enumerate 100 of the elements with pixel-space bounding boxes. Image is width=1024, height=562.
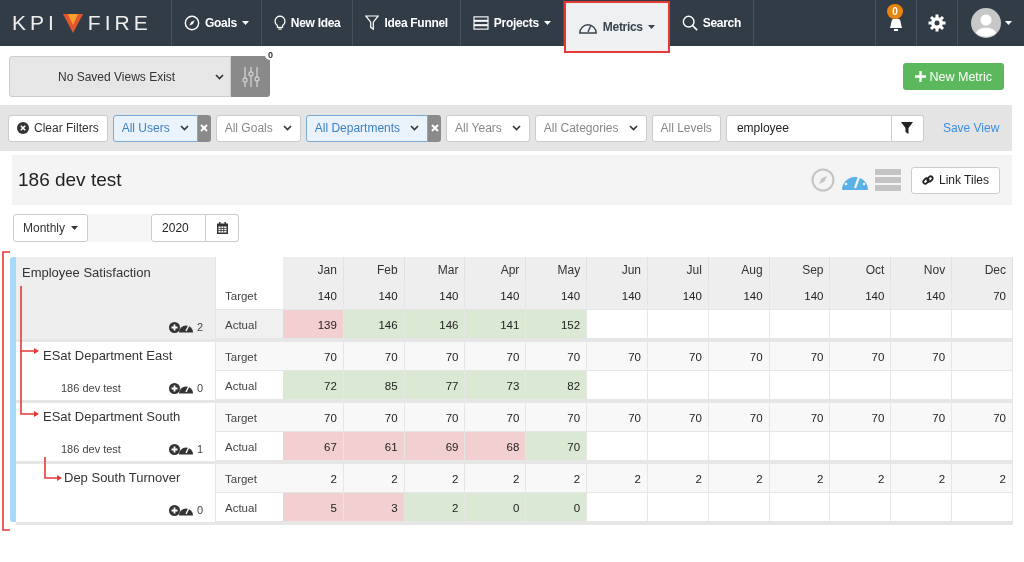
- metric-name[interactable]: Dep South Turnover: [64, 470, 203, 485]
- target-cell: 70: [769, 403, 831, 432]
- target-cell: 70: [587, 403, 648, 432]
- target-cell: 70: [526, 403, 588, 432]
- actual-cell: 72: [283, 371, 344, 400]
- connector-arrow: [20, 285, 39, 354]
- plus-gauge-icon[interactable]: [168, 382, 193, 394]
- target-cell: 140: [587, 281, 648, 310]
- actual-cell: 0: [526, 493, 588, 522]
- calendar-button[interactable]: [206, 214, 240, 242]
- nav-item[interactable]: Search: [669, 0, 754, 46]
- plus-gauge-icon[interactable]: [168, 443, 193, 455]
- target-cell: 140: [526, 281, 588, 310]
- funnel-icon: [901, 122, 914, 134]
- target-cell: 70: [830, 403, 892, 432]
- actual-cell: 69: [404, 432, 466, 461]
- chevron-icon: [179, 125, 189, 131]
- metric-name[interactable]: ESat Department East: [43, 348, 203, 363]
- target-cell: 2: [952, 464, 1013, 493]
- filter-button[interactable]: [891, 114, 924, 142]
- target-cell: 140: [343, 281, 405, 310]
- target-cell: 2: [465, 464, 527, 493]
- nav-item[interactable]: Projects: [460, 0, 564, 46]
- nav-item[interactable]: Idea Funnel: [353, 0, 461, 46]
- funnel-icon: [365, 15, 380, 31]
- target-cell: 2: [283, 464, 344, 493]
- target-cell: 70: [343, 342, 405, 371]
- filter-select[interactable]: All Categories: [534, 114, 647, 142]
- search-field[interactable]: employee: [725, 114, 892, 142]
- nav-item[interactable]: New Idea: [261, 0, 354, 46]
- target-cell: 70: [830, 342, 892, 371]
- saved-views-select[interactable]: No Saved Views Exist: [9, 56, 231, 97]
- target-cell: 70: [952, 281, 1013, 310]
- target-cell: 70: [465, 403, 527, 432]
- target-cell: 2: [830, 464, 892, 493]
- target-cell: 70: [404, 342, 466, 371]
- filter-select[interactable]: All Levels: [651, 114, 721, 142]
- metric-owner: 186 dev test: [61, 443, 121, 455]
- row-label: Target: [216, 464, 283, 493]
- target-cell: 2: [891, 464, 953, 493]
- filter-select[interactable]: All Goals: [215, 114, 301, 142]
- child-count: 2: [196, 321, 203, 333]
- stacked-bars-icon: [472, 16, 489, 30]
- target-cell: 140: [465, 281, 527, 310]
- target-cell: 140: [648, 281, 709, 310]
- nav-item[interactable]: Goals: [172, 0, 262, 46]
- actual-cell: 70: [526, 432, 588, 461]
- nav-item[interactable]: Metrics: [563, 1, 670, 53]
- lightbulb-icon: [273, 15, 286, 31]
- target-cell: 2: [404, 464, 466, 493]
- plus-gauge-icon[interactable]: [168, 321, 193, 333]
- actual-cell: 2: [404, 493, 466, 522]
- settings-icon[interactable]: [928, 14, 946, 32]
- target-cell: 140: [708, 281, 770, 310]
- target-cell: 2: [587, 464, 648, 493]
- filter-select[interactable]: All Departments: [305, 114, 429, 142]
- caret-icon: [71, 226, 79, 230]
- logo-text: FIRE: [87, 11, 152, 35]
- connector-arrow: [20, 350, 39, 417]
- target-cell: 70: [769, 342, 831, 371]
- actual-cell: 141: [465, 310, 527, 339]
- clear-filter-button[interactable]: [428, 114, 442, 142]
- actual-cell: 85: [343, 371, 405, 400]
- notification-badge: 0: [887, 4, 903, 19]
- year-field[interactable]: 2020: [151, 214, 207, 242]
- target-cell: 70: [952, 403, 1013, 432]
- sliders-icon: [241, 65, 260, 88]
- filter-select[interactable]: All Years: [446, 114, 530, 142]
- link-tiles-button[interactable]: Link Tiles: [910, 166, 1000, 194]
- actual-cell: 67: [283, 432, 344, 461]
- target-cell: 2: [343, 464, 405, 493]
- chevron-icon: [511, 125, 521, 131]
- target-cell: 70: [465, 342, 527, 371]
- target-cell: 2: [769, 464, 831, 493]
- actual-cell: 139: [283, 310, 344, 339]
- target-cell: 70: [891, 403, 953, 432]
- frequency-dropdown[interactable]: Monthly: [13, 214, 89, 242]
- target-cell: 140: [891, 281, 953, 310]
- connector-arrow: [44, 456, 62, 481]
- actual-cell: 68: [465, 432, 527, 461]
- link-icon: [921, 174, 934, 186]
- clear-filters-button[interactable]: Clear Filters: [8, 114, 108, 142]
- chevron-icon: [215, 73, 224, 80]
- close-icon: [430, 124, 439, 132]
- target-cell: 140: [830, 281, 892, 310]
- target-cell: 2: [708, 464, 770, 493]
- row-label: Target: [216, 281, 283, 310]
- metric-name[interactable]: ESat Department South: [43, 409, 203, 424]
- filter-select[interactable]: All Users: [112, 114, 198, 142]
- avatar-icon[interactable]: [970, 8, 1001, 38]
- logo-text: KPI: [12, 11, 58, 35]
- target-cell: 70: [587, 342, 648, 371]
- target-cell: 70: [648, 342, 709, 371]
- target-cell: 70: [708, 342, 770, 371]
- actual-cell: 0: [465, 493, 527, 522]
- plus-gauge-icon[interactable]: [168, 504, 193, 516]
- close-icon: [200, 124, 209, 132]
- chevron-icon: [410, 125, 420, 131]
- metric-name[interactable]: Employee Satisfaction: [22, 265, 203, 280]
- calendar-icon: [216, 222, 228, 234]
